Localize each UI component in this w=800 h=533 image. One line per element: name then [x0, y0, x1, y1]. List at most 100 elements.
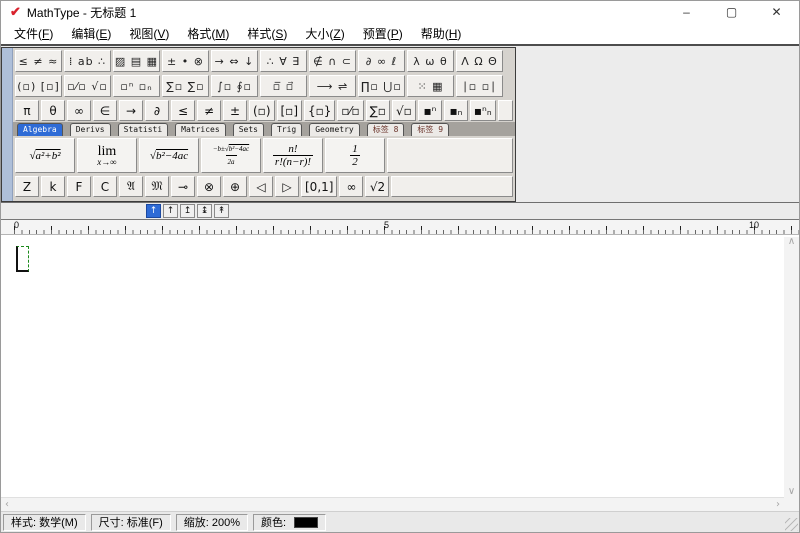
menu-style[interactable]: 样式(S): [238, 23, 296, 44]
sqrt-a2-b2-button[interactable]: √a²+b²: [15, 138, 75, 173]
theta-button[interactable]: θ: [41, 100, 65, 121]
interval-01-button[interactable]: [0,1]: [301, 176, 337, 197]
menu-size[interactable]: 大小(Z): [296, 23, 353, 44]
maximize-button[interactable]: ▢: [709, 1, 754, 23]
integral-templates-palette[interactable]: ∫▫ ∮▫: [211, 75, 258, 97]
fraction-radical-templates-palette[interactable]: ▫⁄▫ √▫: [64, 75, 111, 97]
tab-algebra[interactable]: Algebra: [17, 123, 63, 136]
summation-button[interactable]: ∑▫: [366, 100, 390, 121]
triangle-right-button[interactable]: ▷: [275, 176, 299, 197]
insert-symbol-mode-4-button[interactable]: ↨: [197, 204, 212, 218]
insertion-slot[interactable]: [16, 246, 29, 272]
insert-symbol-mode-1-button[interactable]: ↑: [146, 204, 161, 218]
quadratic-formula-button[interactable]: −b±√b²−4ac2a: [201, 138, 261, 173]
subscript-button[interactable]: ▪ₙ: [444, 100, 468, 121]
subsuperscript-button[interactable]: ▪ⁿₙ: [470, 100, 496, 121]
minimize-button[interactable]: –: [664, 1, 709, 23]
blackboard-Z-button[interactable]: Z: [15, 176, 39, 197]
multimap-button[interactable]: ⊸: [171, 176, 195, 197]
tab-statistics[interactable]: Statisti: [118, 123, 169, 136]
menu-view[interactable]: 视图(V): [120, 23, 178, 44]
horizontal-scrollbar[interactable]: ‹ ›: [1, 497, 784, 511]
toolbar-drag-handle[interactable]: [2, 48, 13, 201]
fraktur-A-button[interactable]: 𝔄: [119, 176, 143, 197]
letter-k-button[interactable]: k: [41, 176, 65, 197]
insert-symbol-mode-3-button[interactable]: ↥: [180, 204, 195, 218]
binomial-coefficient-button[interactable]: n!r!(n−r)!: [263, 138, 323, 173]
superscript-button[interactable]: ▪ⁿ: [418, 100, 442, 121]
pi-button[interactable]: π: [15, 100, 39, 121]
scroll-down-icon[interactable]: ∨: [788, 487, 795, 497]
sqrt-2-button[interactable]: √2: [365, 176, 389, 197]
tab-8[interactable]: 标签 8: [367, 123, 405, 136]
not-equal-button[interactable]: ≠: [197, 100, 221, 121]
resize-grip-icon[interactable]: [785, 518, 798, 531]
operator-symbols-palette[interactable]: ± • ⊗: [162, 50, 209, 72]
fraction-button[interactable]: ▫⁄▫: [337, 100, 363, 121]
product-set-templates-palette[interactable]: ∏▫ ⋃▫: [358, 75, 405, 97]
insert-symbol-mode-2-button[interactable]: ↑: [163, 204, 178, 218]
set-theory-symbols-palette[interactable]: ∉ ∩ ⊂: [309, 50, 356, 72]
embellishments-palette[interactable]: ▨ ▤ ▦: [113, 50, 160, 72]
toolbar-dock: ≤ ≠ ≈⁞ ab ∴▨ ▤ ▦± • ⊗→ ⇔ ↓∴ ∀ ∃∉ ∩ ⊂∂ ∞ …: [1, 46, 799, 203]
scroll-left-icon[interactable]: ‹: [5, 500, 9, 510]
menu-format[interactable]: 格式(M): [178, 23, 238, 44]
braces-button[interactable]: {▫}: [304, 100, 335, 121]
app-logo-icon: ✔: [1, 4, 27, 20]
partial-button[interactable]: ∂: [145, 100, 169, 121]
tab-geometry[interactable]: Geometry: [309, 123, 360, 136]
fence-templates-palette[interactable]: (▫) [▫]: [15, 75, 62, 97]
ruler[interactable]: 0510: [1, 219, 799, 235]
menu-preferences[interactable]: 预置(P): [354, 23, 412, 44]
circled-times-button[interactable]: ⊗: [197, 176, 221, 197]
scroll-up-icon[interactable]: ∧: [788, 237, 795, 247]
subscript-superscript-templates-palette[interactable]: ▫ⁿ ▫ₙ: [113, 75, 160, 97]
tab-trig[interactable]: Trig: [271, 123, 302, 136]
small-bar-filler: [498, 100, 513, 121]
spaces-ellipses-palette[interactable]: ⁞ ab ∴: [64, 50, 111, 72]
tab-sets[interactable]: Sets: [233, 123, 264, 136]
relational-symbols-palette[interactable]: ≤ ≠ ≈: [15, 50, 62, 72]
element-of-button[interactable]: ∈: [93, 100, 117, 121]
less-equal-button[interactable]: ≤: [171, 100, 195, 121]
menu-edit[interactable]: 编辑(E): [62, 23, 120, 44]
summation-templates-palette[interactable]: ∑▫ ∑▫: [162, 75, 209, 97]
misc-symbols-palette[interactable]: ∂ ∞ ℓ: [358, 50, 405, 72]
limit-button[interactable]: limx→∞: [77, 138, 137, 173]
equation-editing-area[interactable]: ∧ ∨ ‹ ›: [1, 235, 799, 511]
box-templates-palette[interactable]: ∣▫ ▫∣: [456, 75, 503, 97]
small-expression-bar: ZkFC𝔄𝔐⊸⊗⊕◁▷[0,1]∞√2: [13, 174, 515, 198]
logic-symbols-palette[interactable]: ∴ ∀ ∃: [260, 50, 307, 72]
scroll-right-icon[interactable]: ›: [776, 500, 780, 510]
letter-C-button[interactable]: C: [93, 176, 117, 197]
status-style: 样式: 数学(M): [3, 514, 86, 531]
matrix-templates-palette[interactable]: ⁙ ▦: [407, 75, 454, 97]
tab-9[interactable]: 标签 9: [411, 123, 449, 136]
triangle-left-button[interactable]: ◁: [249, 176, 273, 197]
infinity-button[interactable]: ∞: [67, 100, 91, 121]
infinity-2-button[interactable]: ∞: [339, 176, 363, 197]
menu-help[interactable]: 帮助(H): [412, 23, 471, 44]
letter-F-button[interactable]: F: [67, 176, 91, 197]
tab-matrices[interactable]: Matrices: [175, 123, 226, 136]
sqrt-discriminant-button[interactable]: √b²−4ac: [139, 138, 199, 173]
labeled-arrow-templates-palette[interactable]: ⟶ ⇌: [309, 75, 356, 97]
brackets-button[interactable]: [▫]: [277, 100, 303, 121]
radical-button[interactable]: √▫: [392, 100, 416, 121]
bar-arrow-templates-palette[interactable]: ▫̅ ▫⃗: [260, 75, 307, 97]
greek-uppercase-palette[interactable]: Λ Ω Θ: [456, 50, 503, 72]
plus-minus-button[interactable]: ±: [223, 100, 247, 121]
fraktur-M-button[interactable]: 𝔐: [145, 176, 169, 197]
close-button[interactable]: ✕: [754, 1, 799, 23]
greek-lowercase-palette[interactable]: λ ω θ: [407, 50, 454, 72]
menu-file[interactable]: 文件(F): [5, 23, 62, 44]
window-controls: –▢✕: [664, 1, 799, 23]
arrow-symbols-palette[interactable]: → ⇔ ↓: [211, 50, 258, 72]
vertical-scrollbar[interactable]: ∧ ∨: [784, 237, 799, 497]
right-arrow-button[interactable]: →: [119, 100, 143, 121]
insert-symbol-mode-5-button[interactable]: ↟: [214, 204, 229, 218]
tab-derivs[interactable]: Derivs: [70, 123, 111, 136]
parentheses-button[interactable]: (▫): [249, 100, 275, 121]
one-half-button[interactable]: 12: [325, 138, 385, 173]
circled-plus-button[interactable]: ⊕: [223, 176, 247, 197]
